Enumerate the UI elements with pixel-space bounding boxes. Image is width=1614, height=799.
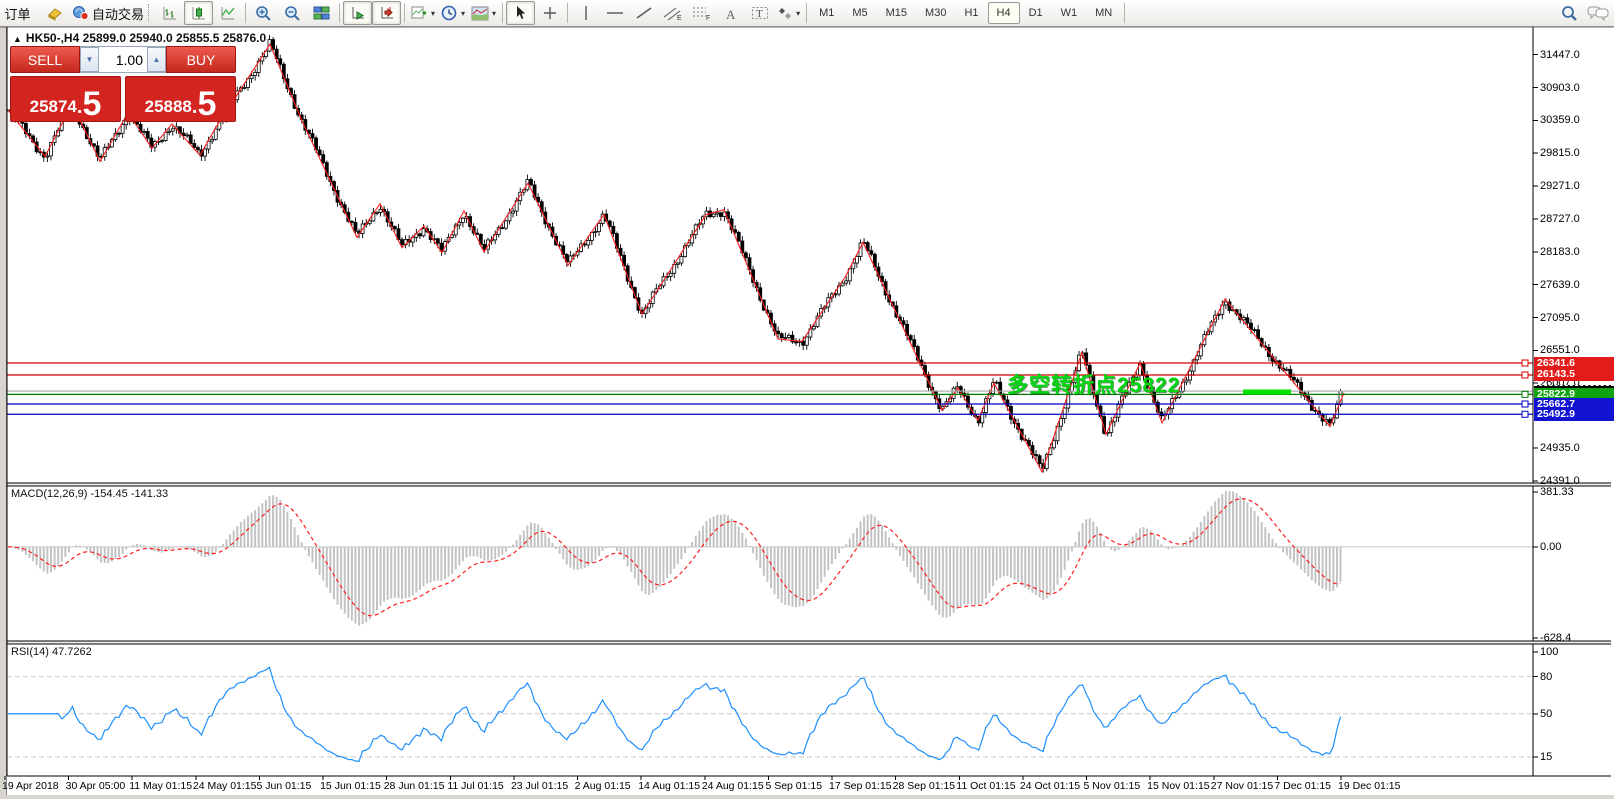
candlestick-chart-icon bbox=[191, 5, 207, 21]
toolbar: 订单 自动交易 bbox=[0, 0, 1614, 27]
crosshair-icon bbox=[542, 5, 558, 21]
horizontal-line-icon bbox=[606, 6, 624, 20]
svg-text:A: A bbox=[726, 7, 736, 21]
auto-scroll-icon bbox=[350, 5, 366, 21]
timeframe-button-w1[interactable]: W1 bbox=[1052, 2, 1087, 24]
separator bbox=[1124, 3, 1125, 23]
tile-windows-button[interactable] bbox=[307, 1, 336, 25]
vertical-line-icon bbox=[580, 5, 592, 21]
add-indicator-button[interactable]: ▾ bbox=[408, 1, 438, 25]
separator bbox=[806, 3, 807, 23]
buy-price-int: 25888 bbox=[145, 98, 192, 115]
horizontal-line-button[interactable] bbox=[600, 1, 629, 25]
zoom-in-icon bbox=[255, 5, 272, 22]
separator bbox=[502, 3, 503, 23]
chat-button[interactable] bbox=[1583, 1, 1612, 25]
arrows-button[interactable]: ▾ bbox=[774, 1, 803, 25]
sell-price-int: 25874 bbox=[30, 98, 77, 115]
one-click-trading-panel: SELL ▼ ▲ BUY 25874 . 5 25888 . 5 bbox=[10, 46, 236, 122]
timeframe-button-m1[interactable]: M1 bbox=[810, 2, 843, 24]
separator bbox=[567, 3, 568, 23]
zoom-out-button[interactable] bbox=[278, 1, 307, 25]
fibonacci-icon: F bbox=[692, 5, 712, 21]
timeframe-button-m30[interactable]: M30 bbox=[916, 2, 955, 24]
chart-shift-button[interactable] bbox=[372, 1, 401, 25]
line-handle[interactable] bbox=[1522, 411, 1528, 417]
search-button[interactable] bbox=[1554, 1, 1583, 25]
cursor-button[interactable] bbox=[506, 1, 535, 25]
sell-price-quote[interactable]: 25874 . 5 bbox=[10, 76, 121, 122]
autotrading-label: 自动交易 bbox=[92, 4, 144, 23]
line-chart-icon bbox=[220, 5, 236, 21]
svg-text:T: T bbox=[756, 8, 763, 20]
trendline-icon bbox=[635, 5, 653, 21]
sell-price-frac: 5 bbox=[82, 90, 101, 119]
svg-text:F: F bbox=[706, 15, 710, 21]
volume-increase-button[interactable]: ▲ bbox=[147, 47, 166, 72]
dropdown-arrow-icon: ▾ bbox=[492, 9, 496, 18]
volume-stepper: ▼ ▲ bbox=[80, 46, 166, 73]
timeframe-group: M1M5M15M30H1H4D1W1MN bbox=[810, 2, 1121, 24]
zoom-out-icon bbox=[284, 5, 301, 22]
svg-text:E: E bbox=[677, 15, 682, 21]
buy-button[interactable]: BUY bbox=[166, 46, 236, 73]
timeframe-button-h4[interactable]: H4 bbox=[988, 2, 1020, 24]
separator bbox=[245, 3, 246, 23]
candlestick-chart-button[interactable] bbox=[184, 1, 213, 25]
new-order-label: 订单 bbox=[4, 4, 30, 23]
template-button[interactable]: ▾ bbox=[468, 1, 499, 25]
chart-canvas[interactable] bbox=[0, 0, 1614, 799]
separator bbox=[339, 3, 340, 23]
chart-shift-icon bbox=[379, 5, 395, 21]
autotrading-button[interactable]: 自动交易 bbox=[69, 1, 147, 25]
dropdown-arrow-icon: ▾ bbox=[461, 9, 465, 18]
template-icon bbox=[471, 6, 489, 21]
cursor-icon bbox=[513, 5, 528, 21]
text-button[interactable]: A bbox=[716, 1, 745, 25]
equidistant-channel-button[interactable]: E bbox=[658, 1, 687, 25]
separator bbox=[404, 3, 405, 23]
trendline-button[interactable] bbox=[629, 1, 658, 25]
autotrading-icon bbox=[72, 5, 90, 21]
dropdown-arrow-icon: ▾ bbox=[796, 9, 800, 18]
timeframe-button-h1[interactable]: H1 bbox=[955, 2, 987, 24]
text-label-button[interactable]: T bbox=[745, 1, 774, 25]
order-book-icon bbox=[46, 5, 64, 21]
new-order-button[interactable]: 订单 bbox=[2, 1, 40, 25]
line-handle[interactable] bbox=[1522, 360, 1528, 366]
crosshair-button[interactable] bbox=[535, 1, 564, 25]
volume-decrease-button[interactable]: ▼ bbox=[80, 47, 99, 72]
bar-chart-icon bbox=[162, 5, 178, 21]
sell-button[interactable]: SELL bbox=[10, 46, 80, 73]
arrows-icon bbox=[777, 5, 793, 21]
search-icon bbox=[1560, 5, 1578, 22]
line-handle[interactable] bbox=[1522, 401, 1528, 407]
timeframe-button-mn[interactable]: MN bbox=[1086, 2, 1121, 24]
group-handle bbox=[148, 4, 152, 22]
chat-icon bbox=[1587, 5, 1609, 21]
dropdown-arrow-icon: ▾ bbox=[431, 9, 435, 18]
period-button[interactable]: ▾ bbox=[438, 1, 468, 25]
line-handle[interactable] bbox=[1522, 372, 1528, 378]
buy-price-quote[interactable]: 25888 . 5 bbox=[125, 76, 236, 122]
buy-price-frac: 5 bbox=[197, 90, 216, 119]
timeframe-button-m5[interactable]: M5 bbox=[843, 2, 876, 24]
tile-windows-icon bbox=[313, 5, 330, 21]
order-book-button[interactable] bbox=[40, 1, 69, 25]
line-chart-button[interactable] bbox=[213, 1, 242, 25]
fibonacci-button[interactable]: F bbox=[687, 1, 716, 25]
auto-scroll-button[interactable] bbox=[343, 1, 372, 25]
add-indicator-icon bbox=[411, 5, 428, 21]
volume-input[interactable] bbox=[99, 47, 147, 72]
equidistant-channel-icon: E bbox=[663, 5, 683, 21]
clock-icon bbox=[441, 5, 458, 22]
vertical-line-button[interactable] bbox=[571, 1, 600, 25]
text-icon: A bbox=[724, 6, 738, 21]
bar-chart-button[interactable] bbox=[155, 1, 184, 25]
timeframe-button-m15[interactable]: M15 bbox=[877, 2, 916, 24]
line-handle[interactable] bbox=[1522, 391, 1528, 397]
zoom-in-button[interactable] bbox=[249, 1, 278, 25]
text-label-icon: T bbox=[751, 5, 769, 21]
timeframe-button-d1[interactable]: D1 bbox=[1020, 2, 1052, 24]
